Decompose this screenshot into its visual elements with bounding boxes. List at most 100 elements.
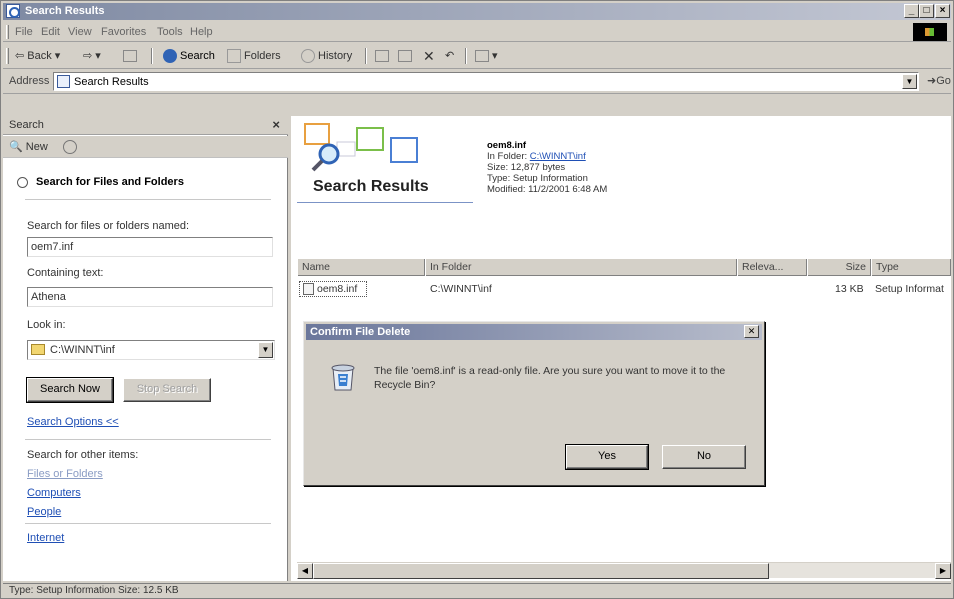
new-search-button[interactable]: 🔍 New (9, 140, 48, 153)
menu-tools[interactable]: Tools (157, 26, 183, 38)
copy-to-button[interactable] (398, 47, 412, 65)
dialog-title-bar[interactable]: Confirm File Delete ✕ (306, 324, 762, 340)
files-or-folders-link[interactable]: Files or Folders (27, 468, 103, 480)
detail-type: Type: Setup Information (487, 173, 588, 184)
recycle-bin-icon (331, 364, 355, 391)
menu-favorites[interactable]: Favorites (101, 26, 146, 38)
maximize-button[interactable]: □ (919, 4, 934, 18)
column-size[interactable]: Size (807, 259, 871, 276)
row-name-cell: oem8.inf (303, 283, 357, 296)
close-pane-icon[interactable]: × (272, 117, 280, 132)
row-size-cell: 13 KB (835, 283, 864, 295)
confirm-delete-dialog: Confirm File Delete ✕ The file 'oem8.inf… (303, 321, 765, 486)
folder-icon (31, 344, 45, 355)
horizontal-scrollbar[interactable]: ◀ ▶ (297, 562, 951, 579)
internet-link[interactable]: Internet (27, 532, 64, 544)
up-folder-icon (123, 50, 137, 63)
forward-button[interactable]: ⇨ ▾ (83, 47, 101, 65)
back-arrow-icon: ⇦ (15, 50, 25, 62)
column-name[interactable]: Name (297, 259, 425, 276)
dialog-message: The file 'oem8.inf' is a read-only file.… (374, 365, 726, 391)
delete-button[interactable]: ✕ (423, 47, 435, 65)
detail-folder-link[interactable]: C:\WINNT\inf (530, 151, 586, 162)
move-to-button[interactable] (375, 47, 389, 65)
column-relevance[interactable]: Releva... (737, 259, 807, 276)
search-pane-toolbar: 🔍 New (3, 136, 288, 158)
search-results-icon (57, 75, 70, 88)
history-icon (301, 49, 315, 64)
status-text: Type: Setup Information Size: 12.5 KB (9, 585, 179, 596)
search-pane-header: Search × (3, 116, 288, 135)
look-in-dropdown-button[interactable]: ▼ (258, 342, 273, 358)
back-button[interactable]: ⇦ Back ▾ (15, 47, 60, 65)
close-button[interactable]: × (935, 4, 950, 18)
yes-button[interactable]: Yes (565, 444, 649, 470)
search-button[interactable]: Search (163, 47, 215, 65)
delete-x-icon: ✕ (423, 48, 435, 64)
look-in-label: Look in: (27, 319, 66, 331)
windows-logo-icon (913, 23, 947, 41)
search-pane: Search × 🔍 New Search for Files and Fold… (3, 116, 288, 581)
menu-edit[interactable]: Edit (41, 26, 60, 38)
dialog-close-button[interactable]: ✕ (744, 325, 759, 338)
title-bar[interactable]: Search Results _ □ × (3, 3, 951, 20)
toolbar-separator (151, 48, 153, 64)
search-window-icon (6, 4, 20, 18)
detail-size: Size: 12,877 bytes (487, 162, 566, 173)
detail-folder: In Folder: C:\WINNT\inf (487, 151, 586, 162)
containing-text-label: Containing text: (27, 267, 104, 279)
toolbar-separator (465, 48, 467, 64)
no-button[interactable]: No (662, 445, 746, 469)
search-assistant-icon[interactable] (63, 140, 77, 154)
undo-button[interactable]: ↶ (445, 47, 454, 65)
move-to-icon (375, 50, 389, 63)
column-in-folder[interactable]: In Folder (425, 259, 737, 276)
filename-input[interactable]: oem7.inf (27, 237, 273, 257)
search-files-title: Search for Files and Folders (17, 176, 184, 188)
menu-view[interactable]: View (68, 26, 92, 38)
folders-icon (227, 49, 241, 64)
file-details: oem8.inf In Folder: C:\WINNT\inf Size: 1… (487, 140, 607, 195)
address-field[interactable]: Search Results ▼ (53, 72, 919, 91)
up-folder-button[interactable] (123, 47, 137, 65)
folders-button[interactable]: Folders (227, 47, 281, 65)
status-bar: Type: Setup Information Size: 12.5 KB (3, 583, 951, 598)
address-value: Search Results (74, 76, 149, 88)
minimize-button[interactable]: _ (904, 4, 919, 18)
menu-grip[interactable] (6, 25, 9, 39)
toolbar-separator (365, 48, 367, 64)
new-search-icon: 🔍 (9, 141, 23, 153)
magnifier-icon (17, 176, 28, 188)
menu-help[interactable]: Help (190, 26, 213, 38)
row-folder-cell: C:\WINNT\inf (430, 283, 492, 295)
explorer-window: Search Results _ □ × File Edit View Favo… (0, 0, 954, 599)
address-label: Address (9, 75, 50, 87)
scroll-left-button[interactable]: ◀ (297, 563, 313, 579)
people-link[interactable]: People (27, 506, 61, 518)
results-column-header: Name In Folder Releva... Size Type (297, 259, 951, 276)
search-options-link[interactable]: Search Options << (27, 416, 119, 428)
other-items-label: Search for other items: (27, 449, 139, 461)
address-bar: Address Search Results ▼ ➜Go (3, 70, 951, 94)
computers-link[interactable]: Computers (27, 487, 81, 499)
divider (25, 439, 271, 440)
window-title: Search Results (25, 5, 105, 17)
detail-modified: Modified: 11/2/2001 6:48 AM (487, 184, 608, 195)
menu-file[interactable]: File (15, 26, 33, 38)
containing-text-input[interactable]: Athena (27, 287, 273, 307)
detail-filename: oem8.inf (487, 140, 527, 151)
go-button[interactable]: ➜Go (927, 74, 951, 87)
toolbar-grip[interactable] (6, 48, 9, 64)
row-type-cell: Setup Informat (875, 283, 944, 295)
table-row[interactable]: oem8.inf C:\WINNT\inf 13 KB Setup Inform… (297, 281, 951, 299)
scroll-right-button[interactable]: ▶ (935, 563, 951, 579)
look-in-select[interactable]: C:\WINNT\inf ▼ (27, 340, 275, 360)
scroll-thumb[interactable] (313, 563, 769, 579)
views-button[interactable]: ▾ (475, 47, 498, 65)
search-now-button[interactable]: Search Now (26, 377, 114, 403)
history-button[interactable]: History (301, 47, 352, 65)
divider (25, 199, 271, 200)
column-type[interactable]: Type (871, 259, 951, 276)
look-in-value: C:\WINNT\inf (50, 344, 115, 356)
address-dropdown-button[interactable]: ▼ (902, 74, 917, 89)
